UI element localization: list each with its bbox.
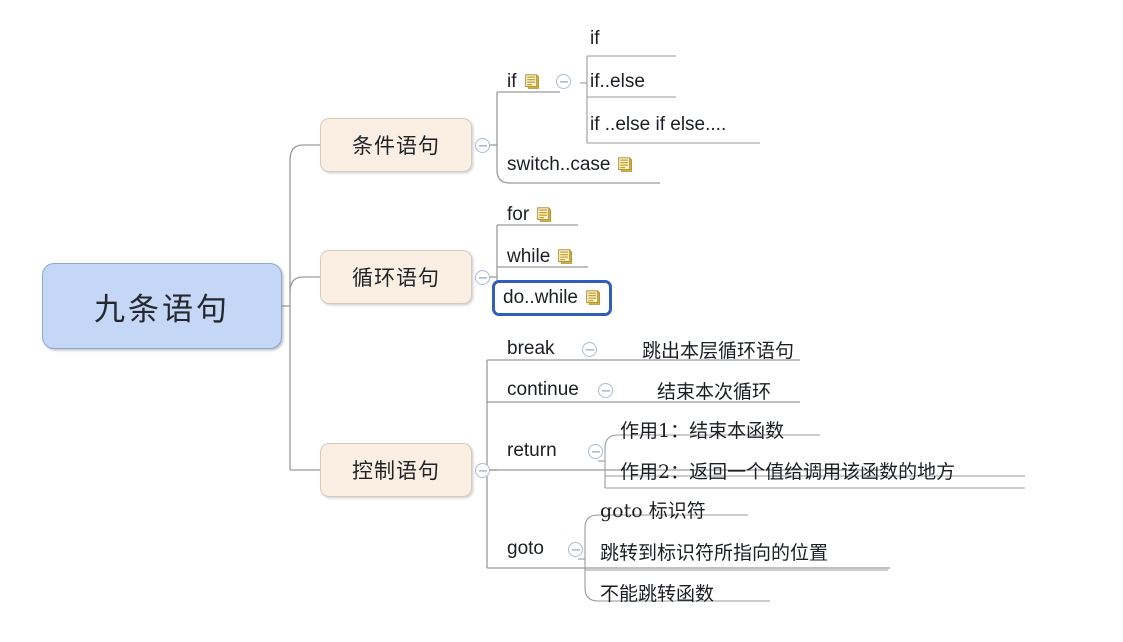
- collapse-minus-icon-control[interactable]: [475, 463, 490, 478]
- node-continue-desc-label: 结束本次循环: [657, 380, 772, 403]
- branch-node-conditional[interactable]: 条件语句: [320, 118, 472, 172]
- node-if-elseif-else-label: if ..else if else....: [590, 114, 727, 135]
- node-if-plain[interactable]: if: [588, 25, 602, 53]
- node-continue-desc[interactable]: 结束本次循环: [655, 376, 773, 404]
- root-label: 九条语句: [94, 291, 230, 328]
- node-if-else-label: if..else: [590, 71, 645, 92]
- node-return[interactable]: return: [505, 437, 559, 465]
- node-for[interactable]: for: [505, 201, 554, 229]
- node-return-label: return: [507, 440, 557, 461]
- note-icon-while[interactable]: [558, 249, 573, 265]
- node-break[interactable]: break: [505, 335, 557, 363]
- node-goto-identifier-label: goto 标识符: [600, 499, 706, 522]
- node-break-label: break: [507, 338, 555, 359]
- node-goto-jump-label: 跳转到标识符所指向的位置: [600, 541, 829, 564]
- node-continue[interactable]: continue: [505, 376, 581, 404]
- node-continue-label: continue: [507, 379, 579, 400]
- node-if-label: if: [507, 71, 517, 92]
- node-while-label: while: [507, 246, 551, 267]
- collapse-minus-icon-break[interactable]: [582, 342, 597, 357]
- collapse-minus-icon-conditional[interactable]: [475, 138, 490, 153]
- node-goto-jump[interactable]: 跳转到标识符所指向的位置: [598, 537, 830, 565]
- branch-node-loop[interactable]: 循环语句: [320, 250, 472, 304]
- node-switch-case[interactable]: switch..case: [505, 151, 635, 179]
- node-goto[interactable]: goto: [505, 535, 546, 563]
- node-return-purpose-2[interactable]: 作用2：返回一个值给调用该函数的地方: [618, 456, 957, 484]
- node-return-purpose-1[interactable]: 作用1：结束本函数: [618, 415, 786, 443]
- node-do-while[interactable]: do..while: [492, 280, 612, 316]
- branch-label-loop: 循环语句: [352, 266, 440, 290]
- node-do-while-label: do..while: [503, 287, 578, 308]
- root-node[interactable]: 九条语句: [42, 263, 282, 349]
- node-goto-identifier[interactable]: goto 标识符: [598, 495, 708, 523]
- node-if-plain-label: if: [590, 28, 600, 49]
- note-icon-if[interactable]: [524, 74, 540, 90]
- node-if-else[interactable]: if..else: [588, 68, 647, 96]
- node-break-desc[interactable]: 跳出本层循环语句: [640, 335, 796, 363]
- collapse-minus-icon-loop[interactable]: [475, 270, 490, 285]
- node-goto-no-function-label: 不能跳转函数: [600, 582, 715, 605]
- branch-label-conditional: 条件语句: [352, 134, 440, 158]
- node-while[interactable]: while: [505, 243, 575, 271]
- branch-label-control: 控制语句: [352, 459, 440, 483]
- mindmap-canvas: 九条语句 条件语句 if if if..else if ..else if el…: [0, 0, 1123, 642]
- node-switch-case-label: switch..case: [507, 154, 611, 175]
- collapse-minus-icon-continue[interactable]: [598, 383, 613, 398]
- note-icon-switch-case[interactable]: [618, 157, 633, 173]
- collapse-minus-icon-return[interactable]: [588, 444, 603, 459]
- node-if[interactable]: if: [505, 68, 542, 96]
- node-goto-no-function[interactable]: 不能跳转函数: [598, 578, 716, 606]
- note-icon-for[interactable]: [537, 207, 552, 223]
- node-return-purpose-2-label: 作用2：返回一个值给调用该函数的地方: [620, 460, 956, 483]
- note-icon-do-while[interactable]: [586, 290, 601, 306]
- node-return-purpose-1-label: 作用1：结束本函数: [620, 419, 785, 442]
- node-break-desc-label: 跳出本层循环语句: [642, 339, 795, 362]
- node-for-label: for: [507, 204, 530, 225]
- node-if-elseif-else[interactable]: if ..else if else....: [588, 111, 728, 139]
- collapse-minus-icon-if[interactable]: [556, 74, 571, 89]
- collapse-minus-icon-goto[interactable]: [568, 542, 583, 557]
- branch-node-control[interactable]: 控制语句: [320, 443, 472, 497]
- node-goto-label: goto: [507, 538, 544, 559]
